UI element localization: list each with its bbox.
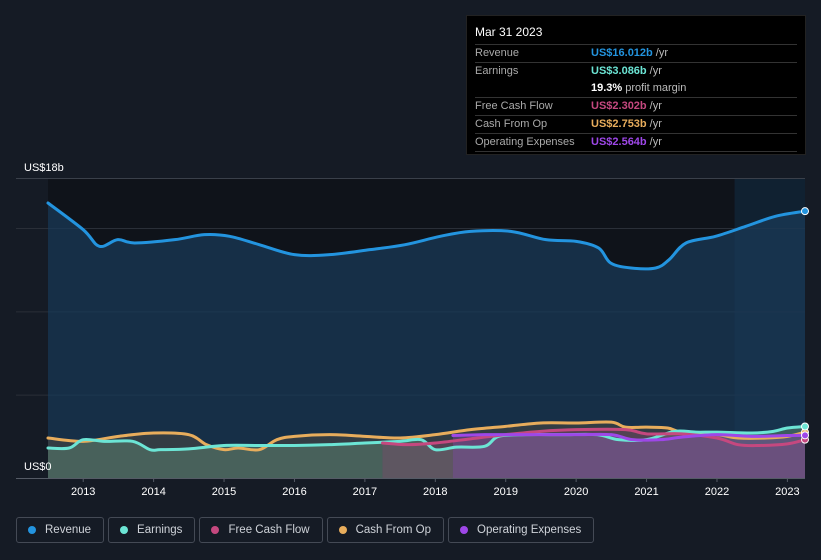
legend-item-earnings[interactable]: Earnings [108, 517, 196, 543]
x-tick-label: 2022 [705, 486, 729, 498]
legend-item-cash-from-op[interactable]: Cash From Op [326, 517, 445, 543]
tooltip-unit: /yr [649, 118, 662, 130]
tooltip-row-operating-expenses: Operating Expenses US$2.564b /yr [475, 133, 797, 152]
tooltip-label [475, 80, 591, 97]
tooltip-unit: /yr [649, 100, 662, 112]
x-tick-label: 2014 [141, 486, 165, 498]
tooltip-unit: /yr [649, 136, 662, 148]
cash-from-op-dot-icon [338, 526, 347, 534]
legend-item-free-cash-flow[interactable]: Free Cash Flow [199, 517, 323, 543]
revenue-dot-icon [28, 526, 36, 534]
x-tick-label: 2013 [71, 486, 95, 498]
legend-item-revenue[interactable]: Revenue [16, 517, 105, 543]
x-tick-label: 2021 [634, 486, 658, 498]
tooltip-row-earnings: Earnings US$3.086b /yr [475, 62, 797, 80]
tooltip-row-free-cash-flow: Free Cash Flow US$2.302b /yr [475, 97, 797, 115]
tooltip-value: US$3.086b [591, 65, 647, 77]
tooltip-unit: /yr [649, 65, 662, 77]
tooltip-unit: profit margin [625, 82, 687, 94]
x-tick-label: 2018 [423, 486, 447, 498]
revenue-end-marker [801, 207, 809, 216]
earnings-dot-icon [120, 526, 129, 534]
tooltip: Mar 31 2023 Revenue US$16.012b /yr Earni… [466, 15, 806, 155]
x-tick-label: 2020 [564, 486, 588, 498]
tooltip-value: US$2.753b [591, 118, 647, 130]
legend-label: Free Cash Flow [228, 524, 310, 536]
x-tick-label: 2023 [775, 486, 799, 498]
tooltip-label: Free Cash Flow [475, 100, 553, 112]
legend-label: Revenue [45, 524, 92, 536]
tooltip-row-profit-margin: 19.3% profit margin [475, 80, 797, 97]
legend-item-operating-expenses[interactable]: Operating Expenses [448, 517, 595, 543]
tooltip-label: Earnings [475, 65, 519, 77]
free-cash-flow-dot-icon [211, 526, 220, 534]
y-axis-top-label: US$18b [24, 162, 64, 174]
tooltip-row-revenue: Revenue US$16.012b /yr [475, 44, 797, 62]
tooltip-value: US$16.012b [591, 47, 653, 59]
tooltip-label: Operating Expenses [475, 136, 575, 148]
tooltip-unit: /yr [655, 47, 668, 59]
tooltip-row-cash-from-op: Cash From Op US$2.753b /yr [475, 115, 797, 133]
legend-label: Earnings [137, 524, 183, 536]
tooltip-value: US$2.564b [591, 136, 647, 148]
operating-expenses-dot-icon [460, 526, 469, 534]
legend-label: Operating Expenses [477, 524, 582, 536]
tooltip-date: Mar 31 2023 [475, 25, 543, 39]
x-tick-label: 2016 [282, 486, 306, 498]
tooltip-value: US$2.302b [591, 100, 647, 112]
y-axis-zero-label: US$0 [24, 461, 52, 473]
earnings-end-marker [801, 422, 809, 431]
legend: Revenue Earnings Free Cash Flow Cash Fro… [16, 517, 595, 543]
x-tick-label: 2019 [493, 486, 517, 498]
x-tick-label: 2015 [212, 486, 236, 498]
operating-expenses-end-marker [801, 431, 809, 440]
tooltip-value: 19.3% [591, 82, 623, 94]
x-tick-label: 2017 [353, 486, 377, 498]
tooltip-label: Revenue [475, 47, 520, 59]
tooltip-label: Cash From Op [475, 118, 548, 130]
legend-label: Cash From Op [355, 524, 432, 536]
x-axis-ticks: 2013 2014 2015 2016 2017 2018 2019 2020 2021 2022… [71, 478, 800, 498]
